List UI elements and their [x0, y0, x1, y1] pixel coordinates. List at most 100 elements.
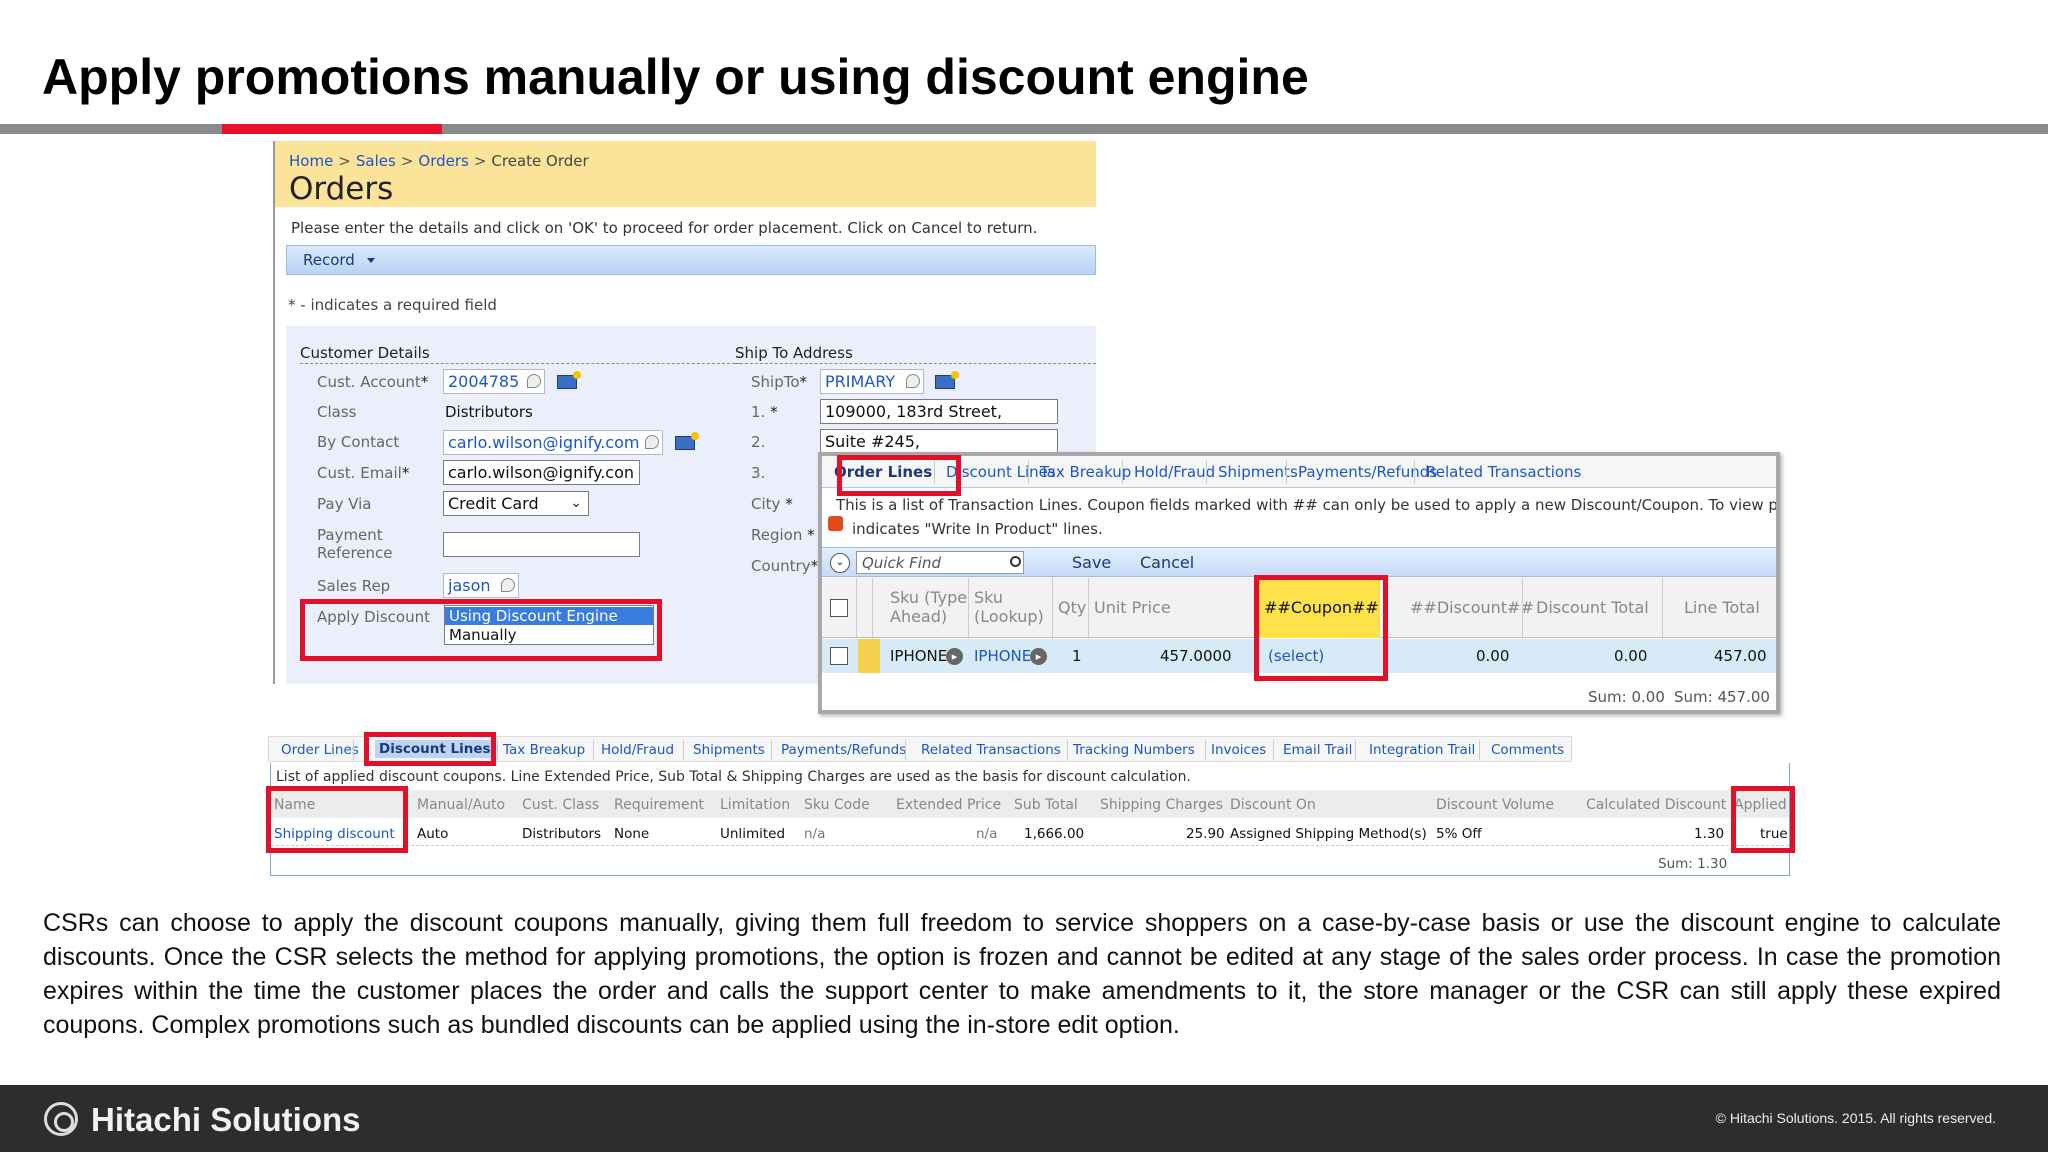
by-contact-field[interactable]: carlo.wilson@ignify.com: [443, 430, 663, 455]
footer: Hitachi Solutions © Hitachi Solutions. 2…: [0, 1085, 2048, 1152]
tab-order-lines[interactable]: Order Lines: [281, 742, 359, 758]
cell-qty: 1: [1072, 647, 1082, 665]
cell-extended-price: n/a: [976, 826, 998, 842]
tab-hold-fraud[interactable]: Hold/Fraud: [1134, 463, 1215, 481]
ship-section-title: Ship To Address: [735, 344, 1096, 364]
col-sku-code: Sku Code: [804, 797, 870, 813]
col-discount-volume: Discount Volume: [1436, 797, 1554, 813]
sales-rep-field[interactable]: jason: [443, 573, 519, 598]
address-line2-field[interactable]: Suite #245,: [820, 429, 1058, 454]
quick-find-input[interactable]: Quick Find: [856, 551, 1024, 574]
region-label: Region *: [751, 526, 815, 544]
cust-email-label: Cust. Email*: [317, 464, 410, 482]
tab-integration-trail[interactable]: Integration Trail: [1369, 742, 1475, 758]
tab-payments-refunds[interactable]: Payments/Refunds: [781, 742, 906, 758]
expand-icon[interactable]: ⌄: [830, 553, 850, 573]
cell-discount-on: Assigned Shipping Method(s): [1230, 826, 1427, 842]
class-value: Distributors: [445, 403, 533, 421]
cell-limitation: Unlimited: [720, 826, 786, 842]
highlight-applied-column: [1731, 786, 1795, 853]
pencil-icon[interactable]: [906, 374, 920, 388]
col-sku-lookup: Sku (Lookup): [974, 588, 1044, 626]
cell-line-total: 457.00: [1714, 647, 1767, 665]
cust-account-field[interactable]: 2004785: [443, 369, 545, 394]
edit-icon[interactable]: [858, 639, 880, 673]
highlight-name-column: [266, 786, 408, 853]
tab-email-trail[interactable]: Email Trail: [1283, 742, 1352, 758]
col-cust-class: Cust. Class: [522, 797, 600, 813]
cell-discount: 0.00: [1476, 647, 1510, 665]
tab-comments[interactable]: Comments: [1491, 742, 1564, 758]
row-checkbox[interactable]: [830, 647, 848, 665]
address-line1-label: 1. *: [751, 403, 778, 421]
arrow-right-icon[interactable]: ▸: [1030, 648, 1047, 665]
lookup-icon[interactable]: [557, 371, 581, 389]
col-requirement: Requirement: [614, 797, 705, 813]
pay-via-label: Pay Via: [317, 495, 372, 513]
search-icon[interactable]: [1010, 556, 1021, 567]
cancel-button[interactable]: Cancel: [1140, 553, 1194, 572]
save-button[interactable]: Save: [1072, 553, 1111, 572]
tab-tax-breakup[interactable]: Tax Breakup: [503, 742, 585, 758]
title-underline-accent: [222, 124, 442, 134]
chevron-down-icon[interactable]: [367, 258, 375, 263]
tab-hold-fraud[interactable]: Hold/Fraud: [601, 742, 674, 758]
city-label: City *: [751, 495, 793, 513]
pencil-icon[interactable]: [645, 435, 659, 449]
customer-section-title: Customer Details: [300, 344, 740, 364]
lookup-icon[interactable]: [935, 371, 959, 389]
cust-email-field[interactable]: carlo.wilson@ignify.con: [443, 460, 640, 485]
cell-manual-auto: Auto: [417, 826, 449, 842]
highlight-order-lines-tab: [837, 455, 961, 496]
tab-shipments[interactable]: Shipments: [693, 742, 765, 758]
record-menu[interactable]: Record: [303, 251, 355, 269]
col-discount-total: Discount Total: [1536, 598, 1649, 617]
shipto-field[interactable]: PRIMARY: [820, 369, 924, 394]
tab-related-transactions[interactable]: Related Transactions: [921, 742, 1061, 758]
highlight-coupon-column: [1254, 575, 1388, 681]
tab-invoices[interactable]: Invoices: [1211, 742, 1266, 758]
col-calculated-discount: Calculated Discount: [1586, 797, 1727, 813]
write-in-product-icon: [828, 516, 843, 531]
tab-tracking-numbers[interactable]: Tracking Numbers: [1073, 742, 1195, 758]
payment-reference-field[interactable]: [443, 532, 640, 557]
body-paragraph: CSRs can choose to apply the discount co…: [43, 909, 2001, 1039]
chevron-down-icon: ⌄: [570, 495, 582, 511]
address-line2-label: 2.: [751, 433, 766, 451]
class-label: Class: [317, 403, 357, 421]
tab-related-transactions[interactable]: Related Transactions: [1426, 463, 1581, 481]
copyright-text: © Hitachi Solutions. 2015. All rights re…: [1715, 1110, 1996, 1126]
col-shipping-charges: Shipping Charges: [1100, 797, 1224, 813]
address-line1-field[interactable]: 109000, 183rd Street,: [820, 399, 1058, 424]
breadcrumb: Home > Sales > Orders > Create Order: [289, 152, 589, 170]
col-limitation: Limitation: [720, 797, 791, 813]
col-sku-type-ahead: Sku (Type Ahead): [890, 588, 968, 626]
tab-tax-breakup[interactable]: Tax Breakup: [1040, 463, 1131, 481]
pencil-icon[interactable]: [501, 578, 515, 592]
cell-requirement: None: [614, 826, 650, 842]
cell-sub-total: 1,666.00: [1024, 826, 1085, 842]
shipto-label: ShipTo*: [751, 373, 808, 391]
sum-discount-total: Sum: 0.00: [1588, 688, 1665, 706]
select-all-checkbox[interactable]: [830, 599, 848, 617]
tab-payments-refunds[interactable]: Payments/Refunds: [1298, 463, 1437, 481]
cell-unit-price: 457.0000: [1160, 647, 1232, 665]
breadcrumb-sales[interactable]: Sales: [356, 152, 396, 170]
cell-discount-volume: 5% Off: [1436, 826, 1482, 842]
arrow-right-icon[interactable]: ▸: [946, 648, 963, 665]
required-note: * - indicates a required field: [288, 296, 497, 314]
page-title: Orders: [289, 171, 394, 207]
order-lines-description: This is a list of Transaction Lines. Cou…: [836, 496, 1778, 514]
cust-account-label: Cust. Account*: [317, 373, 429, 391]
breadcrumb-orders[interactable]: Orders: [418, 152, 468, 170]
pencil-icon[interactable]: [527, 374, 541, 388]
cell-shipping-charges: 25.90: [1186, 826, 1225, 842]
lookup-icon[interactable]: [675, 432, 699, 450]
cell-sku-lookup[interactable]: IPHONE: [974, 647, 1031, 665]
col-unit-price: Unit Price: [1094, 598, 1171, 617]
col-extended-price: Extended Price: [896, 797, 1002, 813]
breadcrumb-home[interactable]: Home: [289, 152, 333, 170]
row-divider: [271, 845, 1789, 846]
orders-header: Home > Sales > Orders > Create Order Orders: [275, 141, 1096, 207]
pay-via-select[interactable]: Credit Card ⌄: [443, 491, 589, 516]
